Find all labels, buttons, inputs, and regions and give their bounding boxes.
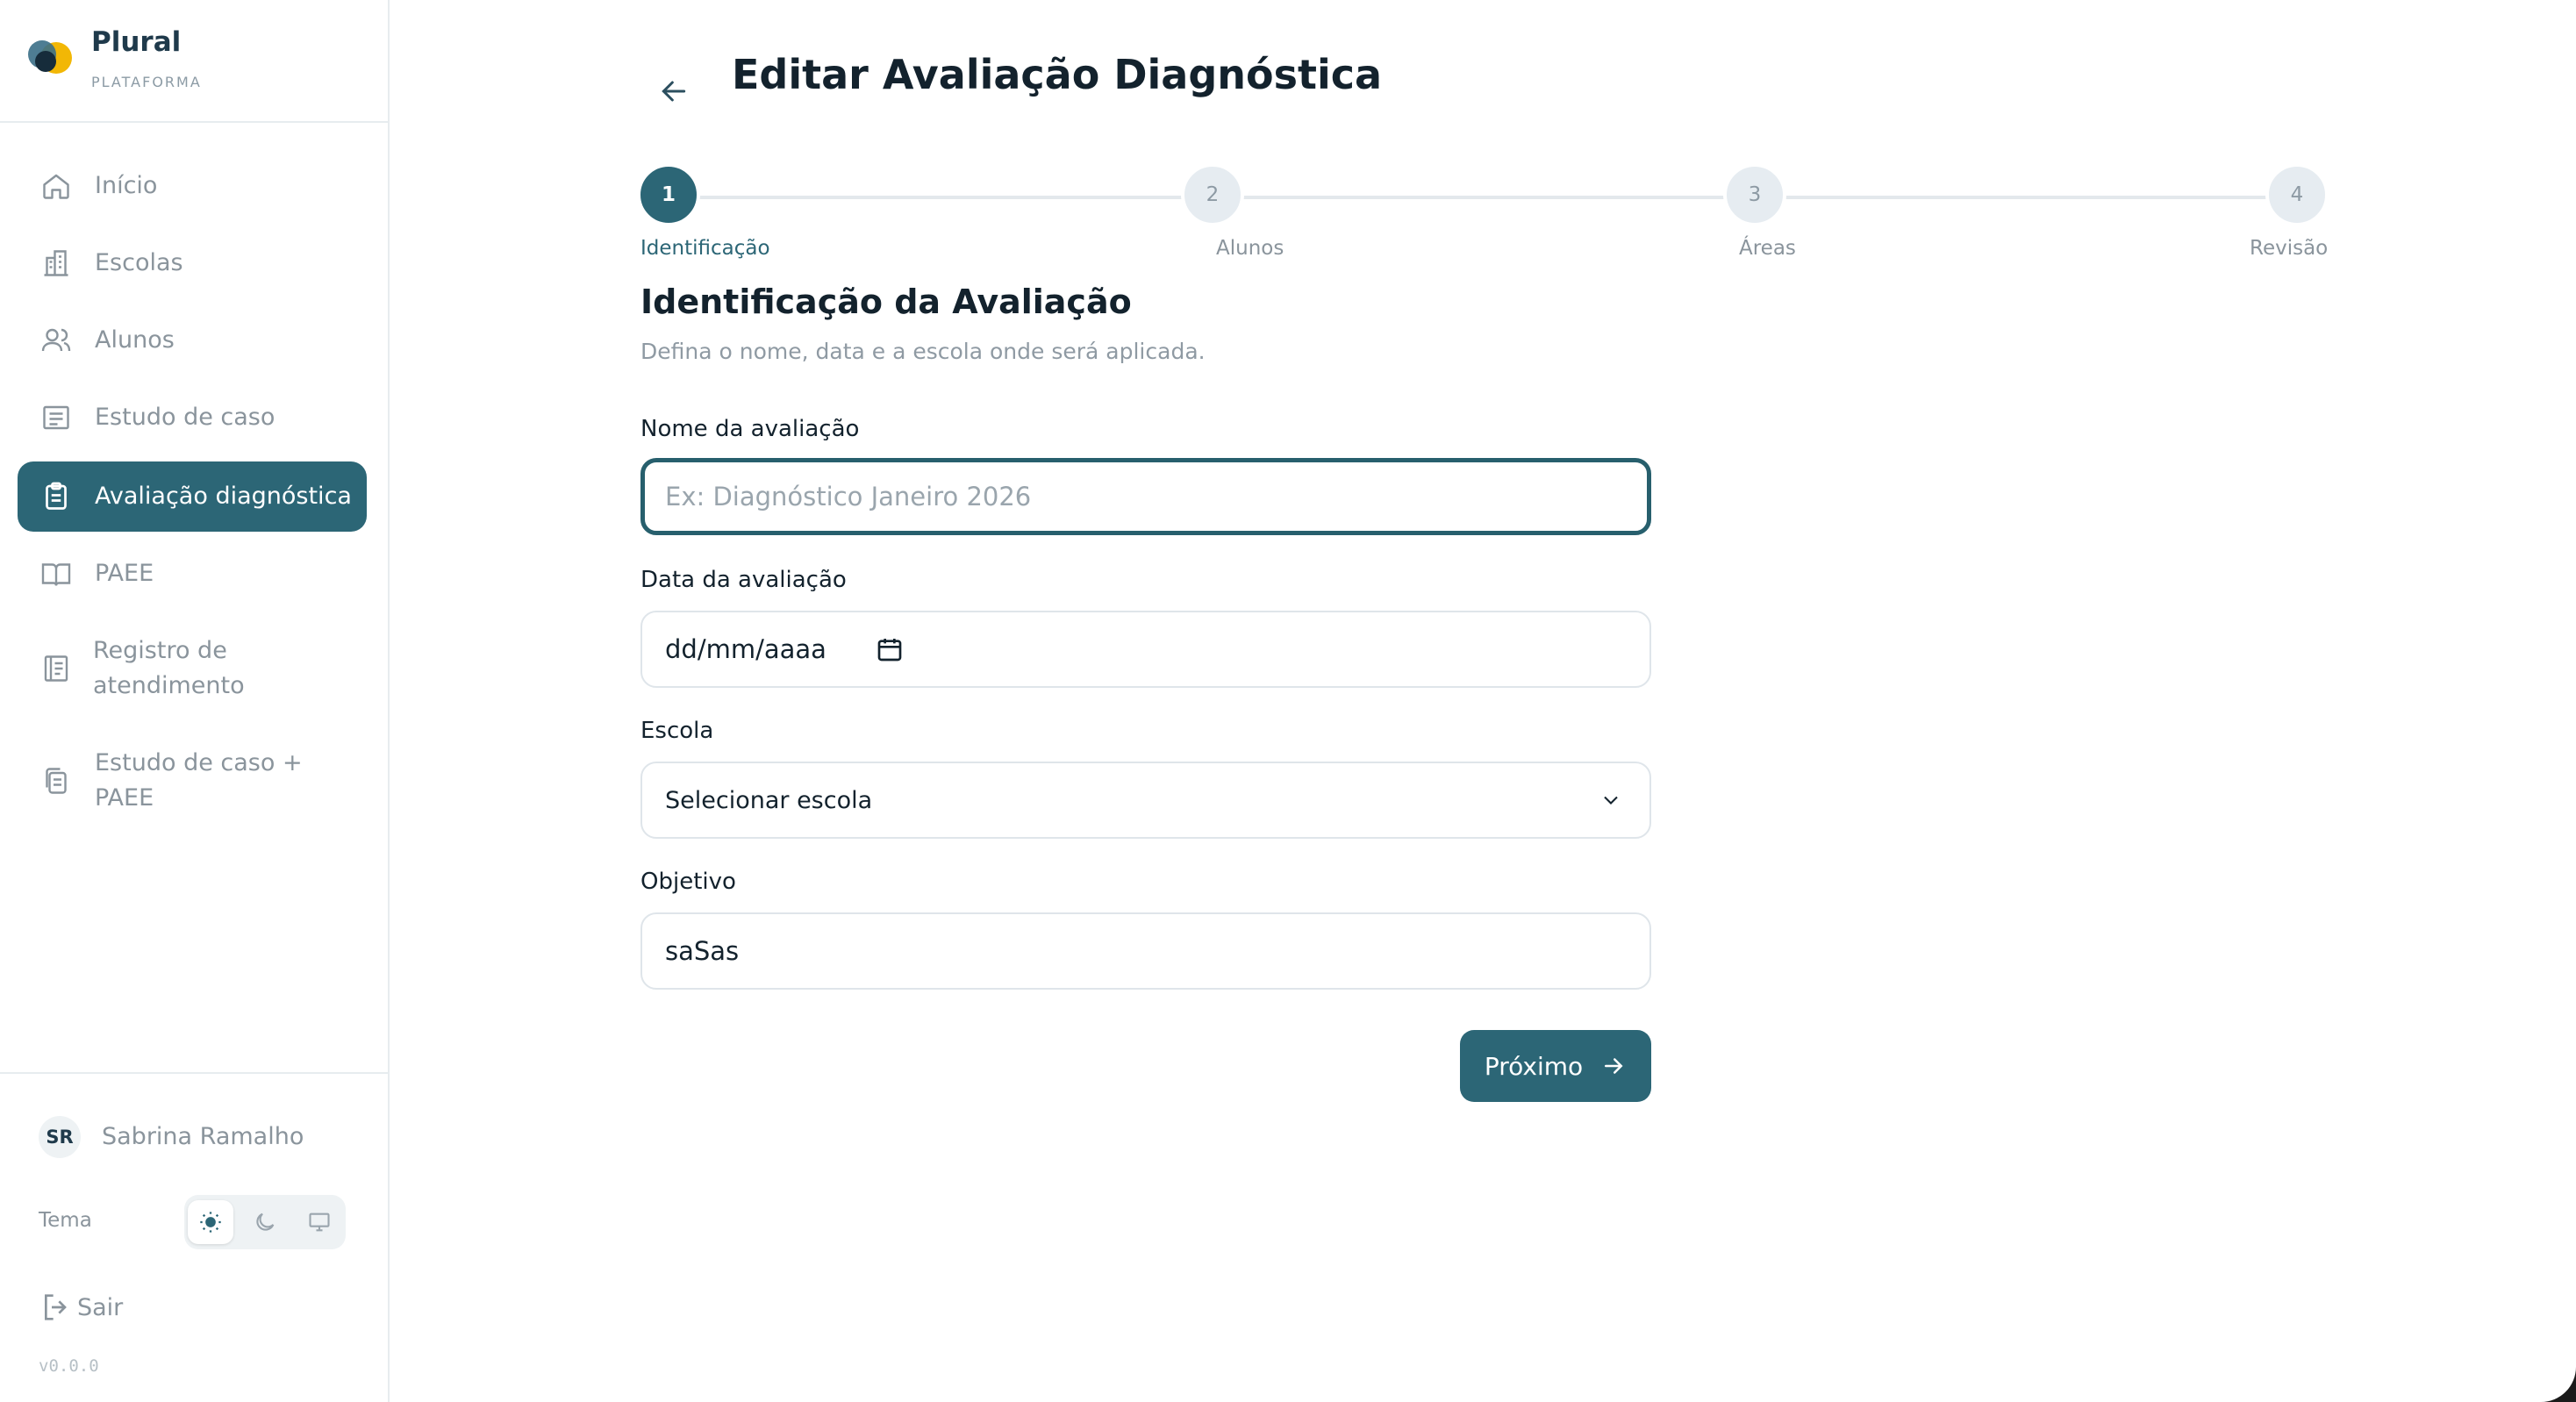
sidebar-divider <box>0 1072 388 1074</box>
stepper-line <box>672 196 2290 199</box>
sidebar-item-label: Início <box>95 172 158 199</box>
sidebar-item-label: Escolas <box>95 249 183 276</box>
logout-icon <box>45 1294 67 1320</box>
theme-light-button[interactable] <box>188 1200 233 1244</box>
step-3[interactable]: 3 <box>1723 163 1786 226</box>
objective-input[interactable]: saSas <box>640 912 1651 990</box>
step-2[interactable]: 2 <box>1181 163 1244 226</box>
logout-button[interactable]: Sair <box>39 1288 123 1327</box>
next-button[interactable]: Próximo <box>1460 1030 1651 1102</box>
brand-subtitle: PLATAFORMA <box>91 74 202 90</box>
sidebar-item-label: Estudo de caso <box>95 404 275 431</box>
section-subtitle: Defina o nome, data e a escola onde será… <box>640 339 1206 364</box>
page-title: Editar Avaliação Diagnóstica <box>732 51 1383 98</box>
back-arrow-icon[interactable] <box>656 74 691 109</box>
app-window: Plural PLATAFORMA Início Escolas Alunos <box>0 0 2576 1402</box>
avatar[interactable]: SR <box>39 1116 81 1158</box>
step-label-alunos: Alunos <box>1216 237 1284 260</box>
theme-system-button[interactable] <box>297 1200 342 1244</box>
step-1[interactable]: 1 <box>637 163 700 226</box>
version-label: v0.0.0 <box>39 1356 99 1376</box>
sidebar-item-label: Alunos <box>95 326 175 354</box>
sidebar-item-label: PAEE <box>95 560 154 587</box>
step-4[interactable]: 4 <box>2265 163 2329 226</box>
theme-dark-button[interactable] <box>242 1200 288 1244</box>
home-icon <box>39 168 74 204</box>
date-label: Data da avaliação <box>640 567 847 593</box>
plural-logo-icon <box>28 40 72 74</box>
sidebar-item-estudo-de-caso-paee[interactable]: Estudo de caso + PAEE <box>18 728 367 833</box>
sidebar: Plural PLATAFORMA Início Escolas Alunos <box>0 0 390 1402</box>
brand-name: Plural <box>91 26 182 58</box>
step-label-revisao: Revisão <box>2250 237 2329 260</box>
sidebar-item-estudo-de-caso[interactable]: Estudo de caso <box>18 383 367 453</box>
sidebar-item-inicio[interactable]: Início <box>18 151 367 221</box>
book-open-icon <box>39 556 74 591</box>
sun-icon <box>200 1212 221 1233</box>
school-label: Escola <box>640 718 714 744</box>
name-input[interactable]: Ex: Diagnóstico Janeiro 2026 <box>640 458 1651 535</box>
section-title: Identificação da Avaliação <box>640 283 1132 321</box>
sidebar-item-registro-de-atendimento[interactable]: Registro de atendimento <box>18 616 367 721</box>
user-name[interactable]: Sabrina Ramalho <box>102 1119 304 1155</box>
school-value: Selecionar escola <box>665 786 873 814</box>
next-label: Próximo <box>1484 1051 1584 1081</box>
date-value: dd/mm/aaaa <box>665 634 826 664</box>
theme-toggle <box>184 1195 346 1249</box>
name-label: Nome da avaliação <box>640 416 860 442</box>
arrow-right-icon <box>1605 1058 1623 1074</box>
sidebar-item-label: Avaliação diagnóstica <box>95 483 352 510</box>
step-label-identificacao: Identificação <box>640 237 770 260</box>
sidebar-item-avaliacao-diagnostica[interactable]: Avaliação diagnóstica <box>18 461 367 532</box>
objective-value: saSas <box>665 936 740 966</box>
step-label-areas: Áreas <box>1739 237 1796 260</box>
sidebar-item-alunos[interactable]: Alunos <box>18 305 367 376</box>
theme-label: Tema <box>39 1209 92 1232</box>
date-input[interactable]: dd/mm/aaaa <box>640 611 1651 688</box>
logout-label: Sair <box>77 1293 124 1321</box>
document-list-icon <box>39 400 74 435</box>
notebook-icon <box>39 651 74 686</box>
chevron-down-icon <box>1604 796 1618 805</box>
monitor-icon <box>309 1212 330 1232</box>
sidebar-item-escolas[interactable]: Escolas <box>18 228 367 298</box>
sidebar-item-label: Registro de atendimento <box>93 637 245 699</box>
sidebar-item-label: Estudo de caso + PAEE <box>95 749 303 812</box>
building-icon <box>39 246 74 281</box>
brand-header: Plural PLATAFORMA <box>0 0 388 123</box>
name-placeholder: Ex: Diagnóstico Janeiro 2026 <box>665 482 1032 511</box>
clipboard-icon <box>39 479 74 514</box>
moon-icon <box>256 1212 275 1231</box>
sidebar-item-paee[interactable]: PAEE <box>18 539 367 609</box>
calendar-icon[interactable] <box>876 635 904 663</box>
stepper: 1 2 3 4 Identificação Alunos Áreas Revis… <box>637 163 2329 268</box>
copy-documents-icon <box>39 763 74 798</box>
users-icon <box>39 323 74 358</box>
school-select[interactable]: Selecionar escola <box>640 762 1651 839</box>
objective-label: Objetivo <box>640 869 736 895</box>
